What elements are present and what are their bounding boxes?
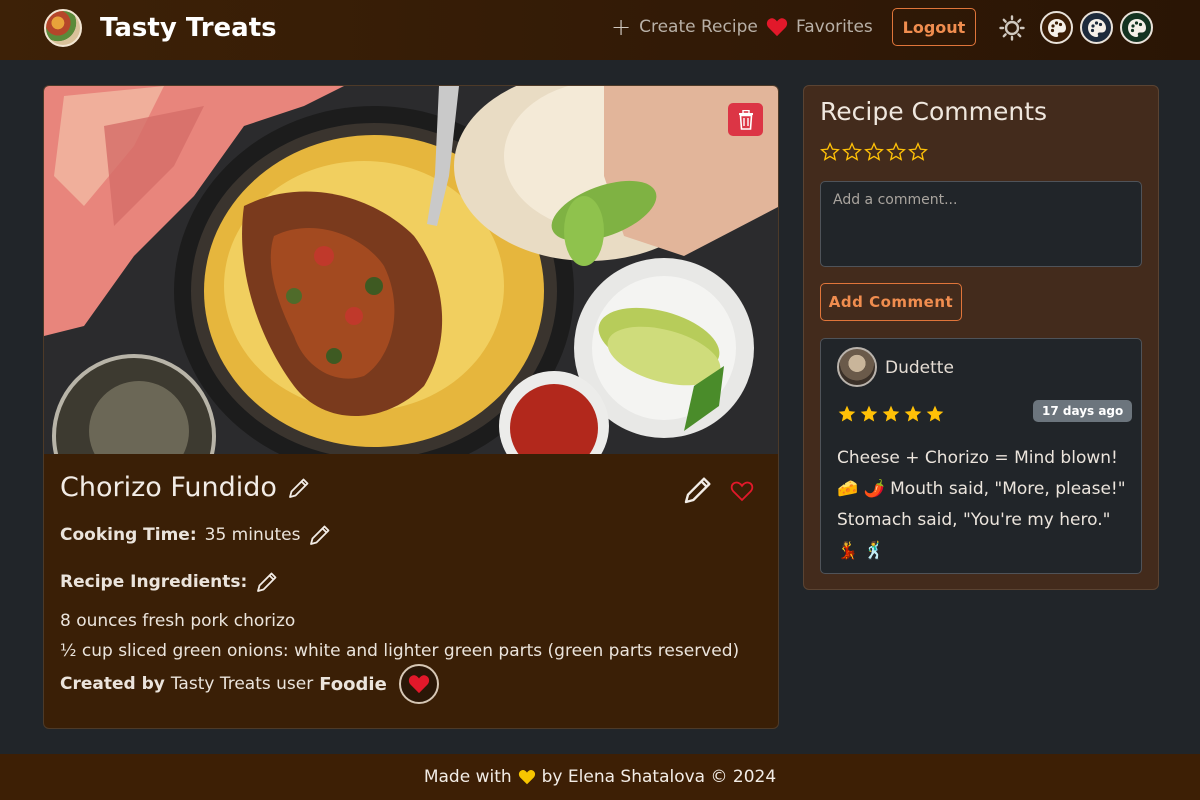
navbar: Tasty Treats + Create Recipe Favorites L… (0, 0, 1200, 60)
time-badge: 17 days ago (1033, 400, 1133, 422)
ingredient-item: 8 ounces fresh pork chorizo (60, 611, 296, 631)
cooking-time-label: Cooking Time: (60, 525, 197, 545)
favorites-label: Favorites (796, 17, 873, 37)
edit-title-icon[interactable] (287, 476, 311, 500)
creator-avatar[interactable] (398, 664, 439, 704)
create-recipe-link[interactable]: + Create Recipe (611, 13, 758, 41)
rating-input[interactable] (820, 142, 928, 162)
star-empty-icon[interactable] (842, 142, 862, 162)
theme-green-button[interactable] (1120, 11, 1153, 44)
palette-icon (1047, 18, 1066, 37)
cooking-time-value: 35 minutes (204, 525, 301, 545)
plus-icon: + (611, 13, 632, 41)
palette-icon (1087, 18, 1106, 37)
created-by-label: Created by (60, 674, 165, 694)
sun-icon[interactable] (999, 15, 1025, 41)
comments-card: Recipe Comments Add Comment Dudette 17 d… (803, 85, 1159, 590)
star-empty-icon[interactable] (864, 142, 884, 162)
trash-icon (738, 109, 753, 130)
recipe-card: Chorizo Fundido Cooking Time: 35 minutes… (43, 85, 779, 729)
created-by-mid: Tasty Treats user (170, 674, 314, 694)
add-comment-button[interactable]: Add Comment (820, 283, 962, 321)
star-filled-icon (882, 405, 900, 422)
comment-user[interactable]: Dudette (885, 358, 954, 378)
brand-logo[interactable] (44, 9, 82, 47)
recipe-title-row: Chorizo Fundido (60, 472, 311, 503)
recipe-image (44, 86, 778, 454)
comments-title: Recipe Comments (820, 97, 1048, 126)
star-filled-icon (860, 405, 878, 422)
theme-brown-button[interactable] (1040, 11, 1073, 44)
favorite-heart-icon[interactable] (730, 480, 754, 502)
star-empty-icon[interactable] (908, 142, 928, 162)
favorites-link[interactable]: Favorites (766, 17, 873, 37)
palette-icon (1127, 18, 1146, 37)
star-empty-icon[interactable] (820, 142, 840, 162)
footer: Made with by Elena Shatalova © 2024 (0, 754, 1200, 800)
created-by-user[interactable]: Foodie (319, 674, 387, 695)
edit-recipe-icon[interactable] (682, 474, 714, 506)
star-filled-icon (904, 405, 922, 422)
comment-text: Cheese + Chorizo = Mind blown! 🧀 🌶️ Mout… (837, 448, 1126, 561)
edit-ingredients-icon[interactable] (255, 570, 279, 594)
comment-item: Dudette 17 days ago Cheese + Chorizo = M… (820, 338, 1142, 574)
create-recipe-label: Create Recipe (639, 17, 758, 37)
ingredients-heading-row: Recipe Ingredients: (60, 570, 279, 594)
star-empty-icon[interactable] (886, 142, 906, 162)
heart-icon (766, 18, 788, 37)
cooking-time-row: Cooking Time: 35 minutes (60, 523, 332, 547)
created-by-row: Created by Tasty Treats user Foodie (60, 664, 439, 704)
heart-icon (518, 770, 535, 785)
footer-made-with: Made with (423, 767, 512, 787)
brand-title[interactable]: Tasty Treats (100, 13, 277, 43)
ingredient-item: ½ cup sliced green onions: white and lig… (60, 641, 740, 661)
avatar[interactable] (837, 347, 877, 387)
star-filled-icon (926, 405, 944, 422)
ingredients-label: Recipe Ingredients: (60, 572, 248, 592)
recipe-photo (44, 86, 778, 454)
edit-cooking-time-icon[interactable] (308, 523, 332, 547)
footer-by-text: by Elena Shatalova © 2024 (541, 767, 777, 787)
heart-avatar-icon (408, 675, 429, 694)
comment-rating (837, 404, 945, 424)
star-filled-icon (838, 405, 856, 422)
logout-button[interactable]: Logout (892, 8, 976, 46)
theme-blue-button[interactable] (1080, 11, 1113, 44)
delete-recipe-button[interactable] (728, 103, 763, 136)
recipe-title: Chorizo Fundido (60, 472, 277, 503)
comment-input[interactable] (820, 181, 1142, 267)
